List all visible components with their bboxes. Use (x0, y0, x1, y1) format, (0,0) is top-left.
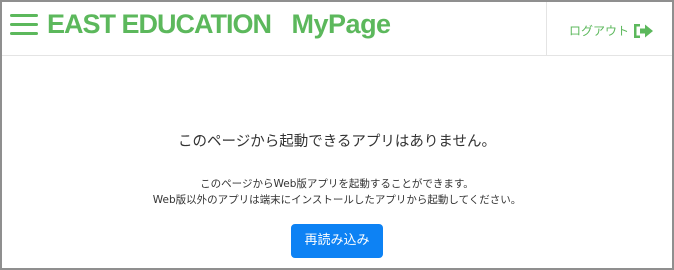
logout-button[interactable]: ログアウト (569, 21, 654, 41)
logout-label: ログアウト (569, 24, 630, 38)
no-apps-message: このページから起動できるアプリはありません。 (178, 134, 496, 150)
description-line-2: Web版以外のアプリは端末にインストールしたアプリから起動してください。 (152, 194, 522, 206)
brand-name: EAST EDUCATION (47, 9, 272, 39)
brand-subtitle: MyPage (291, 9, 392, 39)
menu-bar-bottom (10, 32, 38, 35)
hamburger-menu-icon[interactable] (10, 12, 38, 38)
sign-out-icon (634, 24, 654, 38)
menu-bar-top (10, 14, 38, 17)
menu-bar-middle (10, 23, 38, 26)
description-line-1: このページからWeb版アプリを起動することができます。 (200, 178, 474, 190)
header-divider (546, 2, 547, 55)
site-logo[interactable]: EAST EDUCATION MyPage (47, 8, 391, 40)
top-header: EAST EDUCATION MyPage ログアウト (2, 2, 672, 56)
reload-button[interactable]: 再読み込み (291, 224, 383, 258)
app-window: EAST EDUCATION MyPage ログアウト このページから起動できる… (0, 0, 674, 270)
